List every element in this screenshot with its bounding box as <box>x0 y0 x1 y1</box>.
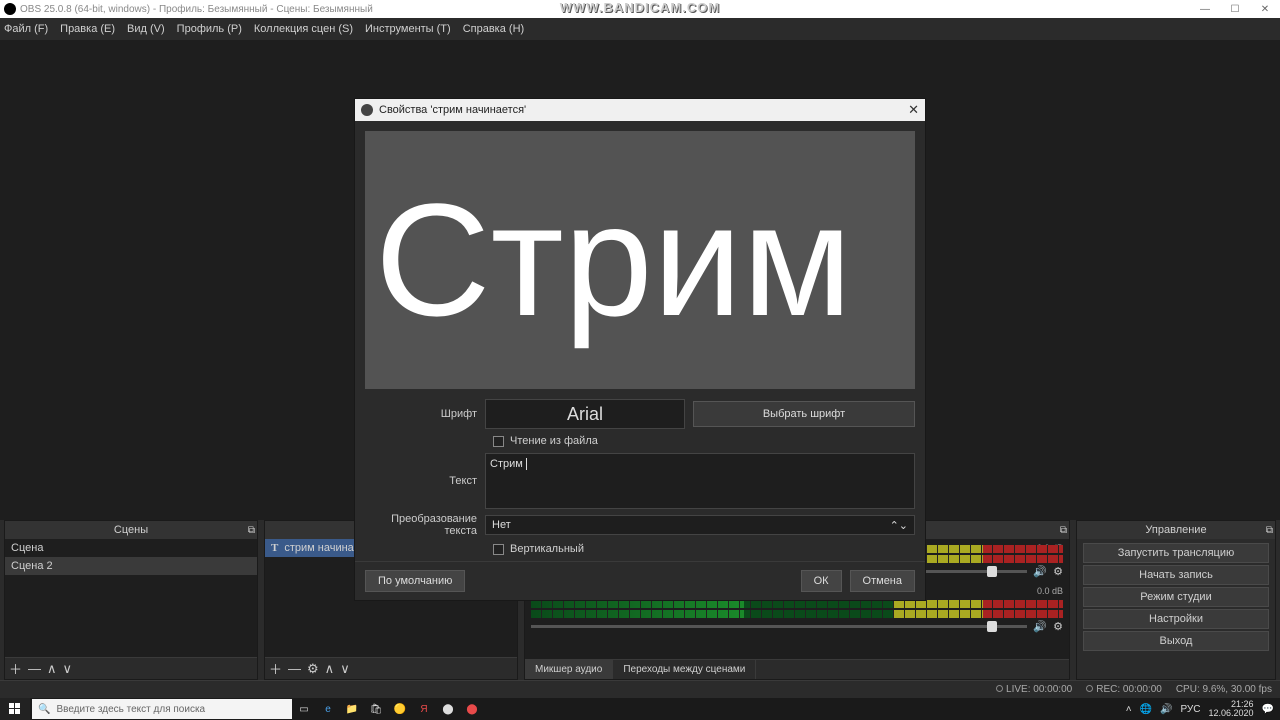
text-preview: Стрим <box>365 131 915 389</box>
undock-icon[interactable]: ⧉ <box>1060 525 1067 536</box>
gear-icon[interactable]: ⚙ <box>1053 565 1063 578</box>
scene-item[interactable]: Сцена 2 <box>5 557 257 575</box>
start-button[interactable] <box>0 698 30 720</box>
maximize-button[interactable]: ☐ <box>1220 0 1250 18</box>
audio-meter <box>531 610 1063 618</box>
menu-profile[interactable]: Профиль (P) <box>177 23 242 35</box>
db-value: 0.0 dB <box>1037 586 1063 596</box>
search-placeholder: Введите здесь текст для поиска <box>56 704 205 715</box>
source-up-button[interactable]: ∧ <box>325 661 335 677</box>
dialog-title-text: Свойства 'стрим начинается' <box>379 104 526 116</box>
start-record-button[interactable]: Начать запись <box>1083 565 1269 585</box>
menu-help[interactable]: Справка (H) <box>463 23 524 35</box>
source-down-button[interactable]: ∨ <box>340 661 350 677</box>
dialog-titlebar: Свойства 'стрим начинается' ✕ <box>355 99 925 121</box>
dialog-icon <box>361 104 373 116</box>
preview-text: Стрим <box>375 180 852 340</box>
source-settings-button[interactable]: ⚙ <box>307 661 319 677</box>
network-icon[interactable]: 🌐 <box>1140 704 1152 715</box>
scenes-panel: Сцены ⧉ Сцена Сцена 2 ＋ — ∧ ∨ <box>4 520 258 680</box>
transform-label: Преобразование текста <box>365 513 485 537</box>
undock-icon[interactable]: ⧉ <box>1266 525 1273 536</box>
ok-button[interactable]: ОК <box>801 570 842 592</box>
notifications-icon[interactable]: 💬 <box>1262 704 1274 715</box>
tab-transitions[interactable]: Переходы между сценами <box>613 660 756 679</box>
scene-item[interactable]: Сцена <box>5 539 257 557</box>
controls-panel: Управление ⧉ Запустить трансляцию Начать … <box>1076 520 1276 680</box>
rec-dot-icon <box>1086 685 1093 692</box>
record-icon[interactable]: ⬤ <box>460 698 484 720</box>
start-stream-button[interactable]: Запустить трансляцию <box>1083 543 1269 563</box>
window-title: OBS 25.0.8 (64-bit, windows) - Профиль: … <box>20 4 373 15</box>
text-input[interactable]: Стрим <box>485 453 915 509</box>
scene-up-button[interactable]: ∧ <box>47 661 57 677</box>
taskbar: 🔍 Введите здесь текст для поиска ▭ e 📁 🛍… <box>0 698 1280 720</box>
task-view-button[interactable]: ▭ <box>292 698 316 720</box>
settings-button[interactable]: Настройки <box>1083 609 1269 629</box>
watermark: WWW.BANDICAM.COM <box>560 0 720 15</box>
app-icon[interactable]: 🟡 <box>388 698 412 720</box>
add-source-button[interactable]: ＋ <box>269 659 282 678</box>
dialog-close-button[interactable]: ✕ <box>908 102 919 118</box>
read-from-file-checkbox[interactable] <box>493 436 504 447</box>
app-icon <box>4 3 16 15</box>
close-button[interactable]: ✕ <box>1250 0 1280 18</box>
choose-font-button[interactable]: Выбрать шрифт <box>693 401 915 427</box>
transform-select[interactable]: Нет⌃⌄ <box>485 515 915 535</box>
yandex-icon[interactable]: Я <box>412 698 436 720</box>
controls-title: Управление <box>1145 524 1206 536</box>
search-icon: 🔍 <box>38 704 50 715</box>
language-indicator[interactable]: РУС <box>1180 704 1200 715</box>
rec-status: REC: 00:00:00 <box>1086 684 1162 695</box>
speaker-icon[interactable]: 🔊 <box>1033 620 1047 633</box>
text-label: Текст <box>365 475 485 487</box>
status-bar: LIVE: 00:00:00 REC: 00:00:00 CPU: 9.6%, … <box>0 680 1280 698</box>
menu-view[interactable]: Вид (V) <box>127 23 165 35</box>
audio-meter <box>531 600 1063 608</box>
menu-bar: Файл (F) Правка (E) Вид (V) Профиль (P) … <box>0 18 1280 40</box>
text-source-icon: T <box>271 542 278 554</box>
chevron-down-icon: ⌃⌄ <box>890 519 908 532</box>
tray-chevron-icon[interactable]: ˄ <box>1126 704 1132 715</box>
properties-dialog: Свойства 'стрим начинается' ✕ Стрим Шриф… <box>354 98 926 601</box>
live-status: LIVE: 00:00:00 <box>996 684 1072 695</box>
read-from-file-label: Чтение из файла <box>510 435 598 447</box>
volume-icon[interactable]: 🔊 <box>1160 704 1172 715</box>
edge-icon[interactable]: e <box>316 698 340 720</box>
tab-audio-mixer[interactable]: Микшер аудио <box>525 660 613 679</box>
cpu-status: CPU: 9.6%, 30.00 fps <box>1176 684 1272 695</box>
live-dot-icon <box>996 685 1003 692</box>
font-display: Arial <box>485 399 685 429</box>
menu-edit[interactable]: Правка (E) <box>60 23 115 35</box>
menu-tools[interactable]: Инструменты (T) <box>365 23 451 35</box>
store-icon[interactable]: 🛍 <box>364 698 388 720</box>
obs-taskbar-icon[interactable]: ⬤ <box>436 698 460 720</box>
explorer-icon[interactable]: 📁 <box>340 698 364 720</box>
volume-slider[interactable] <box>531 625 1027 628</box>
studio-mode-button[interactable]: Режим студии <box>1083 587 1269 607</box>
vertical-checkbox[interactable] <box>493 544 504 555</box>
scene-down-button[interactable]: ∨ <box>63 661 73 677</box>
exit-button[interactable]: Выход <box>1083 631 1269 651</box>
clock[interactable]: 21:26 12.06.2020 <box>1209 700 1254 718</box>
window-titlebar: OBS 25.0.8 (64-bit, windows) - Профиль: … <box>0 0 1280 18</box>
remove-scene-button[interactable]: — <box>28 661 41 676</box>
remove-source-button[interactable]: — <box>288 661 301 676</box>
scenes-title: Сцены <box>114 524 148 536</box>
defaults-button[interactable]: По умолчанию <box>365 570 465 592</box>
cancel-button[interactable]: Отмена <box>850 570 915 592</box>
gear-icon[interactable]: ⚙ <box>1053 620 1063 633</box>
font-label: Шрифт <box>365 408 485 420</box>
add-scene-button[interactable]: ＋ <box>9 659 22 678</box>
system-tray: ˄ 🌐 🔊 РУС 21:26 12.06.2020 💬 <box>1120 700 1280 718</box>
menu-file[interactable]: Файл (F) <box>4 23 48 35</box>
speaker-icon[interactable]: 🔊 <box>1033 565 1047 578</box>
undock-icon[interactable]: ⧉ <box>248 525 255 536</box>
search-input[interactable]: 🔍 Введите здесь текст для поиска <box>32 699 292 719</box>
vertical-label: Вертикальный <box>510 543 584 555</box>
minimize-button[interactable]: — <box>1190 0 1220 18</box>
menu-scene-collection[interactable]: Коллекция сцен (S) <box>254 23 353 35</box>
